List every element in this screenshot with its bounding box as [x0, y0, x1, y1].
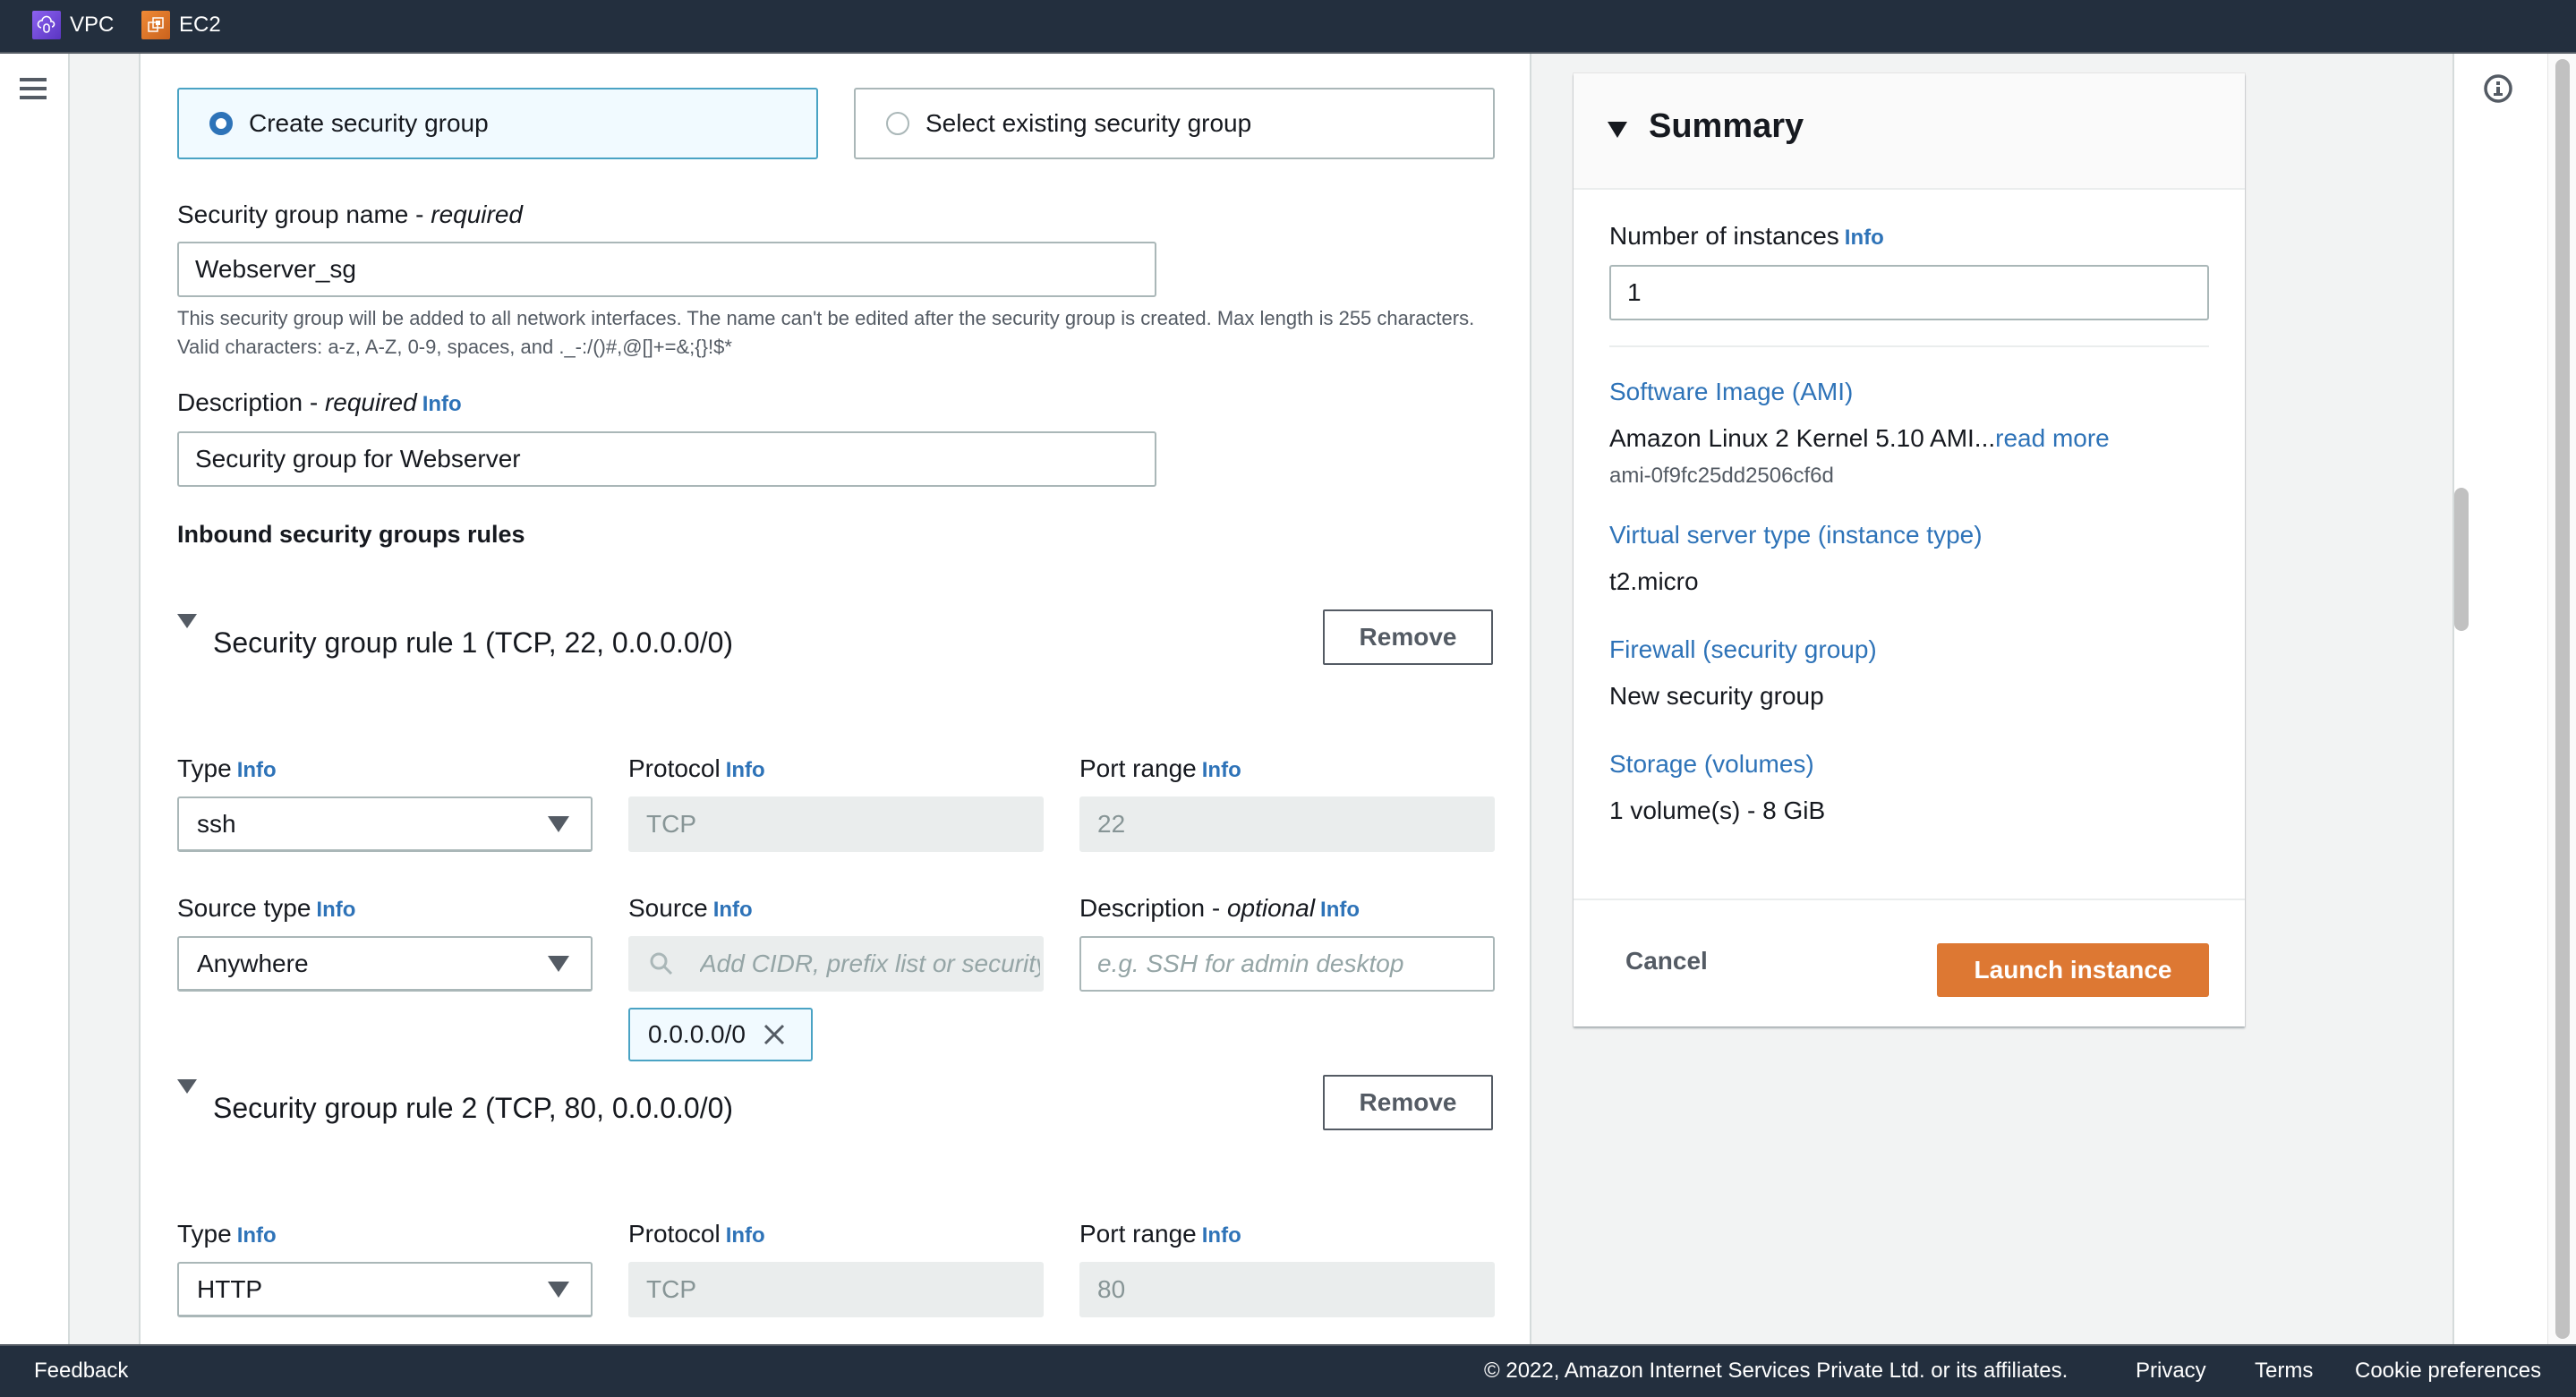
- launch-instance-button[interactable]: Launch instance: [1937, 943, 2209, 997]
- rule-1-port-range-field: 22: [1079, 796, 1495, 852]
- divider: [1609, 345, 2209, 347]
- cookie-preferences-link[interactable]: Cookie preferences: [2355, 1359, 2541, 1384]
- firewall-value: New security group: [1609, 682, 1824, 710]
- caret-down-icon: [177, 614, 197, 628]
- hamburger-menu-icon[interactable]: [20, 78, 47, 101]
- instances-label: Number of instances Info: [1609, 222, 1884, 250]
- summary-actions: Cancel Launch instance: [1574, 899, 2245, 1026]
- rule-1-source-token: 0.0.0.0/0: [628, 1008, 813, 1061]
- rule-1-header[interactable]: Security group rule 1 (TCP, 22, 0.0.0.0/…: [177, 614, 733, 660]
- radio-unselected-icon: [886, 112, 909, 135]
- top-navigation-bar: VPC EC2: [0, 0, 2576, 54]
- rule-1-source-type-label: Source type Info: [177, 894, 356, 922]
- rule-1-type-select[interactable]: ssh: [177, 796, 593, 852]
- radio-create-security-group[interactable]: Create security group: [177, 88, 818, 159]
- rule-1-remove-button[interactable]: Remove: [1323, 609, 1493, 665]
- terms-link[interactable]: Terms: [2255, 1359, 2313, 1384]
- rule-2-port-range-label: Port range Info: [1079, 1220, 1241, 1248]
- info-link[interactable]: Info: [316, 898, 355, 922]
- radio-label: Select existing security group: [925, 109, 1252, 137]
- info-link[interactable]: Info: [237, 758, 277, 782]
- service-shortcut-vpc[interactable]: VPC: [32, 11, 114, 39]
- caret-down-icon: [548, 1282, 569, 1298]
- ami-link[interactable]: Software Image (AMI): [1609, 378, 1853, 406]
- radio-select-existing-security-group[interactable]: Select existing security group: [854, 88, 1495, 159]
- page-scrollbar-thumb[interactable]: [2555, 59, 2570, 1339]
- info-link[interactable]: Info: [726, 1223, 765, 1248]
- rule-1-type-label: Type Info: [177, 754, 277, 782]
- instance-type-link[interactable]: Virtual server type (instance type): [1609, 521, 1983, 549]
- info-link[interactable]: Info: [713, 898, 753, 922]
- vpc-icon: [32, 11, 61, 39]
- side-navigation: [0, 54, 70, 1344]
- rule-2-port-range-field: 80: [1079, 1262, 1495, 1317]
- rule-1-description-input[interactable]: e.g. SSH for admin desktop: [1079, 936, 1495, 992]
- page-scrollbar[interactable]: [2547, 54, 2576, 1344]
- summary-title: Summary: [1649, 107, 1804, 145]
- storage-value: 1 volume(s) - 8 GiB: [1609, 796, 1826, 824]
- info-link[interactable]: Info: [1320, 898, 1360, 922]
- rule-1-source-label: Source Info: [628, 894, 753, 922]
- instance-type-value: t2.micro: [1609, 567, 1699, 595]
- service-shortcut-ec2[interactable]: EC2: [141, 11, 221, 39]
- info-circle-icon[interactable]: [2483, 73, 2513, 104]
- info-link[interactable]: Info: [1845, 226, 1884, 250]
- description-info-link[interactable]: Info: [422, 392, 462, 416]
- info-link[interactable]: Info: [237, 1223, 277, 1248]
- radio-label: Create security group: [249, 109, 489, 137]
- info-link[interactable]: Info: [726, 758, 765, 782]
- info-link[interactable]: Info: [1202, 758, 1241, 782]
- firewall-form: Create security group Select existing se…: [141, 54, 1531, 1344]
- rule-2-type-select[interactable]: HTTP: [177, 1262, 593, 1317]
- rule-1-description-label: Description - optional Info: [1079, 894, 1361, 922]
- feedback-link[interactable]: Feedback: [34, 1359, 128, 1384]
- summary-header[interactable]: Summary: [1574, 73, 2245, 190]
- rule-2-remove-button[interactable]: Remove: [1323, 1075, 1493, 1130]
- rule-1-source-search-input[interactable]: Add CIDR, prefix list or security: [628, 936, 1044, 992]
- help-panel-rail: [2452, 54, 2547, 1344]
- caret-down-icon: [548, 956, 569, 972]
- rule-2-protocol-field: TCP: [628, 1262, 1044, 1317]
- firewall-link[interactable]: Firewall (security group): [1609, 635, 1877, 664]
- caret-down-icon: [177, 1079, 197, 1094]
- rule-2-protocol-label: Protocol Info: [628, 1220, 765, 1248]
- security-group-name-input[interactable]: Webserver_sg: [177, 242, 1156, 297]
- rule-2-header[interactable]: Security group rule 2 (TCP, 80, 0.0.0.0/…: [177, 1079, 733, 1125]
- radio-selected-icon: [209, 112, 233, 135]
- rule-1-port-range-label: Port range Info: [1079, 754, 1241, 782]
- copyright-text: © 2022, Amazon Internet Services Private…: [1484, 1359, 2068, 1383]
- inbound-rules-title: Inbound security groups rules: [177, 521, 525, 548]
- description-input[interactable]: Security group for Webserver: [177, 431, 1156, 487]
- ami-value: Amazon Linux 2 Kernel 5.10 AMI...read mo…: [1609, 424, 2110, 452]
- rule-1-protocol-label: Protocol Info: [628, 754, 765, 782]
- rule-1-protocol-field: TCP: [628, 796, 1044, 852]
- ami-id: ami-0f9fc25dd2506cf6d: [1609, 464, 1834, 488]
- security-group-name-label: Security group name - required: [177, 200, 523, 228]
- content-gutter: [70, 54, 141, 1344]
- footer: Feedback © 2022, Amazon Internet Service…: [0, 1344, 2576, 1397]
- read-more-link[interactable]: read more: [1995, 424, 2110, 452]
- service-label: EC2: [179, 13, 221, 37]
- caret-down-icon: [548, 816, 569, 832]
- close-icon[interactable]: [762, 1022, 787, 1047]
- content-scrollbar-thumb[interactable]: [2454, 488, 2469, 631]
- service-label: VPC: [70, 13, 115, 37]
- info-link[interactable]: Info: [1202, 1223, 1241, 1248]
- rule-1-source-type-select[interactable]: Anywhere: [177, 936, 593, 992]
- ec2-icon: [141, 11, 170, 39]
- cancel-button[interactable]: Cancel: [1625, 947, 1708, 975]
- description-label: Description - required Info: [177, 388, 462, 416]
- search-icon: [650, 952, 673, 975]
- security-group-name-hint: This security group will be added to all…: [177, 307, 1475, 358]
- number-of-instances-input[interactable]: 1: [1609, 265, 2209, 320]
- summary-panel: Summary Number of instances Info 1 Softwa…: [1574, 73, 2245, 1026]
- rule-2-type-label: Type Info: [177, 1220, 277, 1248]
- privacy-link[interactable]: Privacy: [2136, 1359, 2206, 1384]
- storage-link[interactable]: Storage (volumes): [1609, 750, 1814, 779]
- caret-down-icon: [1608, 122, 1627, 138]
